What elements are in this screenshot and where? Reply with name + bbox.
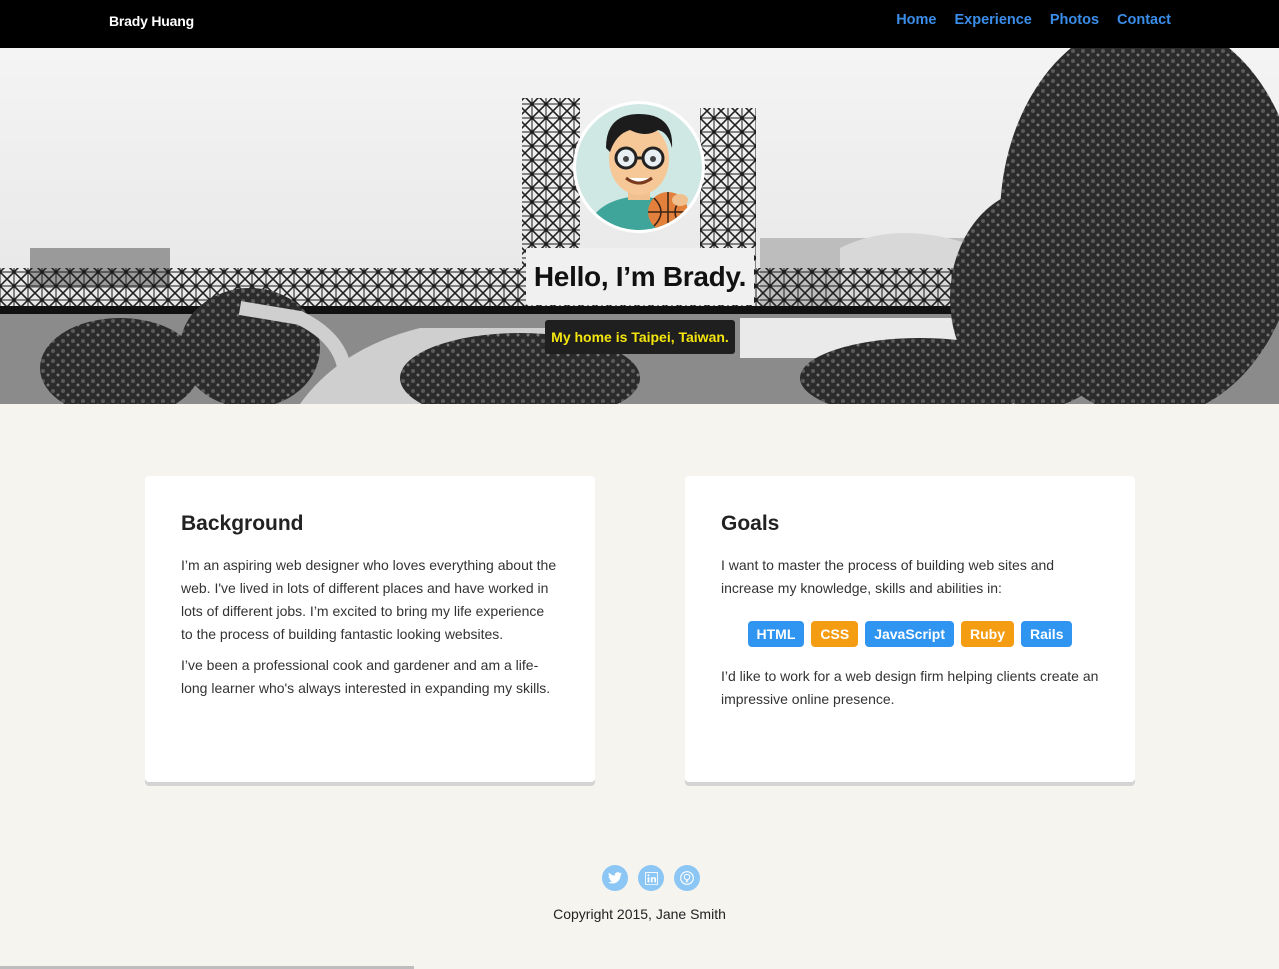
linkedin-link[interactable]	[638, 865, 664, 891]
skill-tag-javascript: JavaScript	[865, 621, 955, 647]
skill-tag-css: CSS	[811, 621, 859, 647]
twitter-link[interactable]	[602, 865, 628, 891]
twitter-icon	[608, 872, 622, 884]
background-heading: Background	[181, 512, 304, 535]
background-paragraph-2: I’ve been a professional cook and garden…	[181, 657, 551, 696]
skill-tag-html: HTML	[747, 621, 805, 647]
background-card: Background I’m an aspiring web designer …	[145, 476, 595, 782]
nav-links: Home Experience Photos Contact	[896, 12, 1171, 28]
skills-tag-list: HTML CSS JavaScript Ruby Rails	[721, 621, 1099, 647]
avatar	[573, 101, 705, 233]
github-link[interactable]	[674, 865, 700, 891]
top-navbar: Brady Huang Home Experience Photos Conta…	[0, 0, 1279, 48]
nav-link-experience[interactable]: Experience	[954, 12, 1031, 28]
github-icon	[680, 871, 694, 885]
brand-link[interactable]: Brady Huang	[109, 13, 194, 29]
nav-link-photos[interactable]: Photos	[1050, 12, 1099, 28]
avatar-illustration	[576, 104, 702, 230]
goals-heading: Goals	[721, 512, 780, 535]
nav-link-contact[interactable]: Contact	[1117, 12, 1171, 28]
goals-card: Goals I want to master the process of bu…	[685, 476, 1135, 782]
background-paragraph-1: I’m an aspiring web designer who loves e…	[181, 557, 557, 642]
hero-banner: Hello, I’m Brady. My home is Taipei, Tai…	[0, 48, 1279, 404]
copyright-text: Copyright 2015, Jane Smith	[553, 906, 726, 922]
skill-tag-rails: Rails	[1021, 621, 1073, 647]
goals-intro: I want to master the process of building…	[721, 557, 1055, 596]
social-links	[602, 865, 700, 891]
nav-link-home[interactable]: Home	[896, 12, 936, 28]
goals-outro: I’d like to work for a web design firm h…	[721, 668, 1099, 707]
hero-subtitle: My home is Taipei, Taiwan.	[545, 320, 735, 354]
skill-tag-ruby: Ruby	[961, 621, 1015, 647]
linkedin-icon	[644, 871, 658, 885]
hero-title: Hello, I’m Brady.	[526, 248, 754, 305]
